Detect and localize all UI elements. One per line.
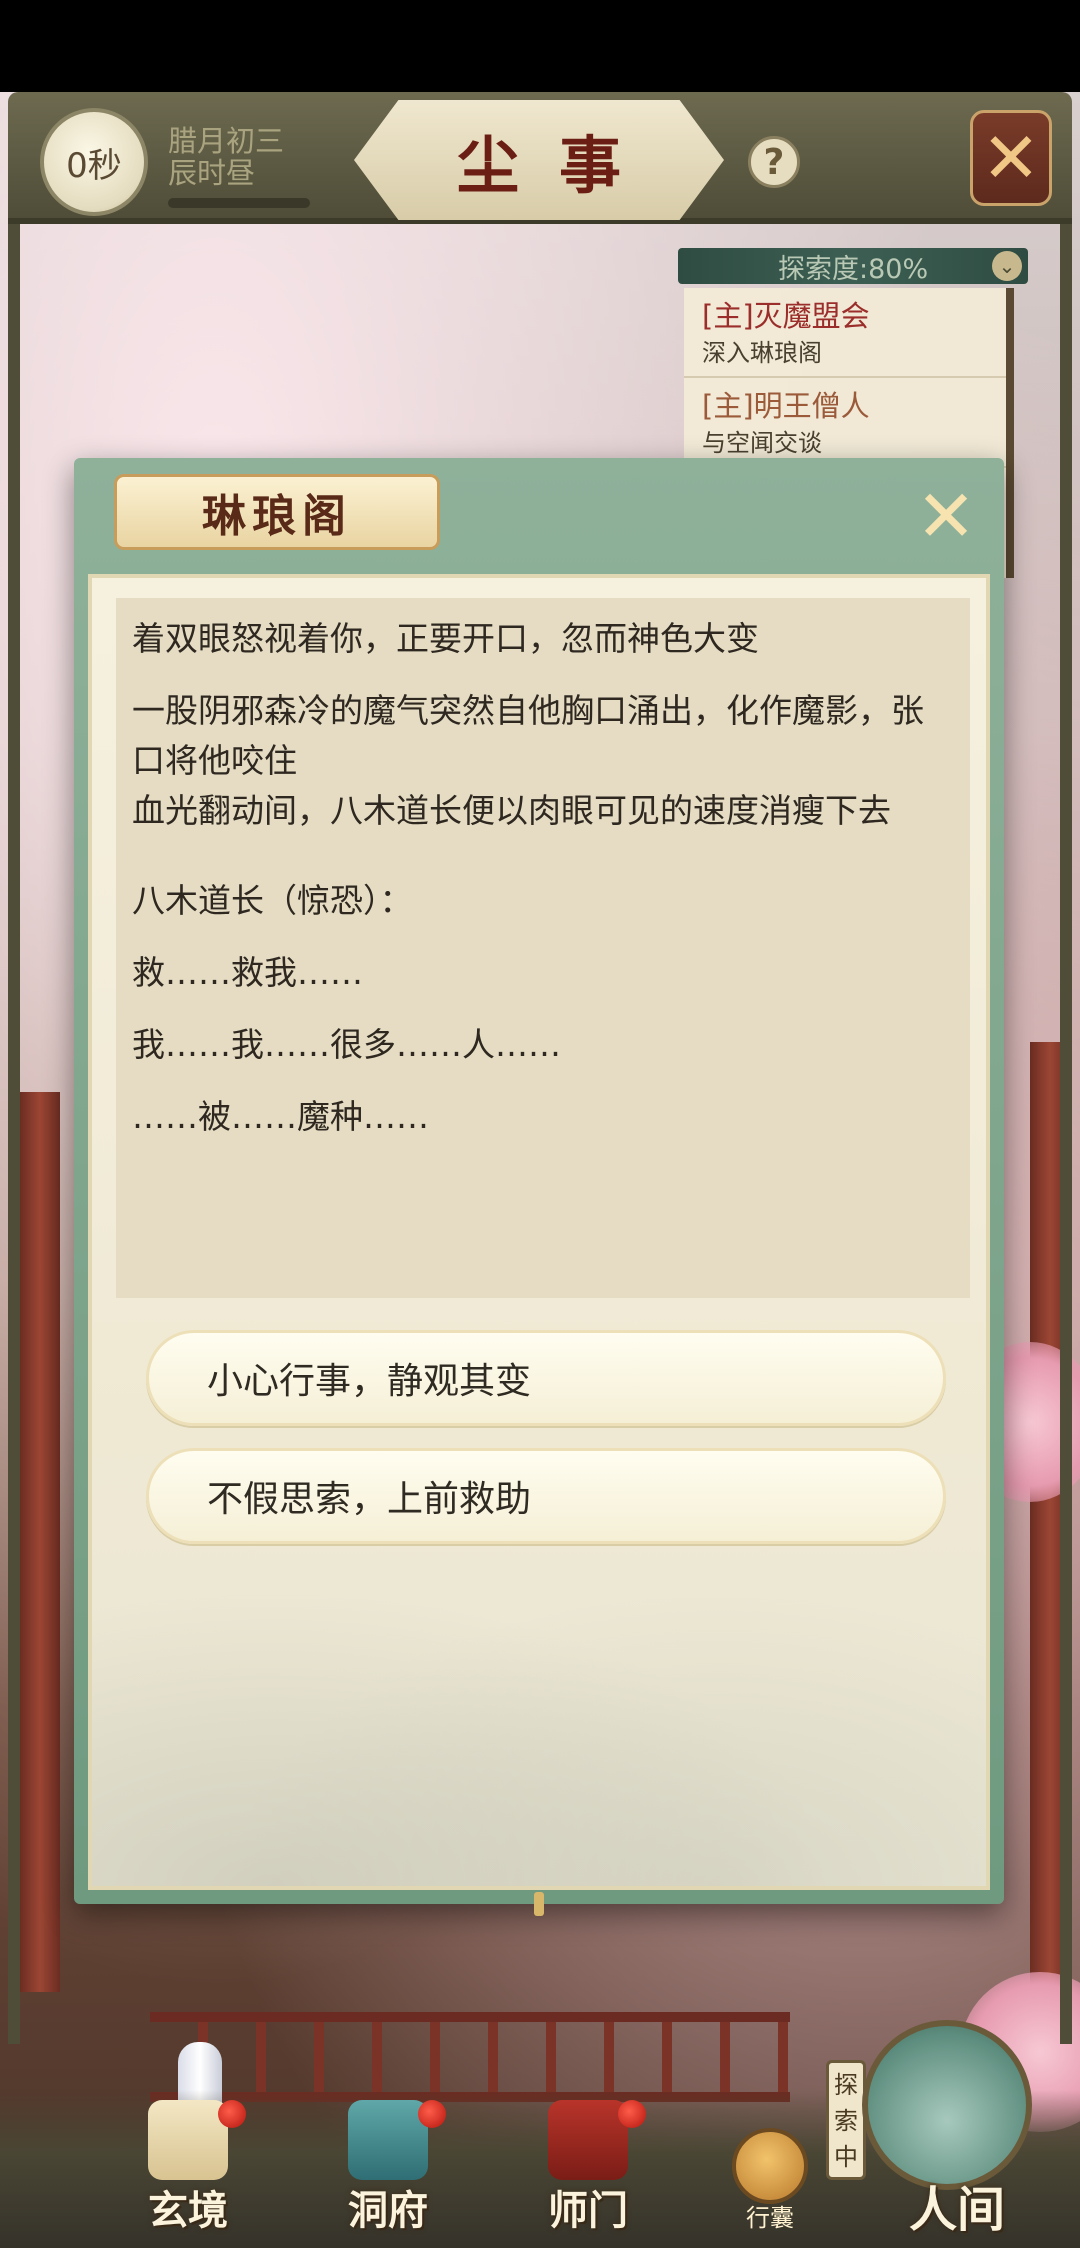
choice-option-rescue[interactable]: 不假思索，上前救助 xyxy=(146,1448,946,1544)
dialog-close-button[interactable]: ✕ xyxy=(914,480,978,552)
notification-dot xyxy=(618,2100,646,2128)
nav-xuanjing[interactable]: 玄境 xyxy=(118,2090,258,2240)
page-title: 尘事 xyxy=(354,100,724,220)
world-button[interactable]: 人间 xyxy=(862,2020,1052,2238)
scene-pillar xyxy=(20,1092,60,1992)
quest-desc: 深入琳琅阁 xyxy=(702,339,822,367)
quest-name: [主]明王僧人 xyxy=(702,389,870,423)
banner-icon xyxy=(548,2100,628,2180)
scroll-icon xyxy=(148,2100,228,2180)
chevron-down-icon[interactable]: ⌄ xyxy=(992,251,1022,281)
timer-value: 0秒 xyxy=(66,145,122,186)
story-line: 救……救我…… xyxy=(132,953,363,992)
left-frame xyxy=(8,224,20,2044)
quest-name: [主]灭魔盟会 xyxy=(702,299,870,333)
story-line: 我……我……很多……人…… xyxy=(132,1025,561,1064)
help-button[interactable]: ? xyxy=(748,136,800,188)
story-line: 一股阴邪森冷的魔气突然自他胸口涌出，化作魔影，张口将他咬住 xyxy=(132,691,924,780)
speaker-line: 八木道长（惊恐）： xyxy=(132,881,413,920)
story-text-box: 着双眼怒视着你，正要开口，忽而神色大变 一股阴邪森冷的魔气突然自他胸口涌出，化作… xyxy=(116,598,970,1298)
timer-display: 0秒 xyxy=(40,108,148,216)
choice-option-cautious[interactable]: 小心行事，静观其变 xyxy=(146,1330,946,1426)
notification-dot xyxy=(218,2100,246,2128)
quest-item[interactable]: [主]灭魔盟会 深入琳琅阁 xyxy=(684,288,1006,378)
story-line: 着双眼怒视着你，正要开口，忽而神色大变 xyxy=(132,619,759,658)
scene-railing xyxy=(150,2012,790,2102)
mountain-landscape-decoration xyxy=(92,1506,986,1886)
pavilion-icon xyxy=(348,2100,428,2180)
close-page-button[interactable]: ✕ xyxy=(970,110,1052,206)
close-icon: ✕ xyxy=(981,117,1041,199)
bag-icon xyxy=(732,2128,808,2204)
quest-item[interactable]: [主]明王僧人 与空闻交谈 xyxy=(684,378,1006,468)
bag-button[interactable]: 行囊 xyxy=(722,2128,818,2232)
dialog-pin-decoration xyxy=(534,1892,544,1916)
quest-desc: 与空闻交谈 xyxy=(702,429,822,457)
nav-shimen[interactable]: 师门 xyxy=(518,2090,658,2240)
close-icon: ✕ xyxy=(915,474,977,558)
dialog-title-text: 琳琅阁 xyxy=(202,491,352,542)
nav-label: 玄境 xyxy=(148,2187,228,2234)
exploration-progress-label: 探索度:80% xyxy=(778,253,929,285)
exploring-status-tag: 探索中 xyxy=(826,2060,866,2180)
page-title-text: 尘事 xyxy=(456,129,661,202)
notification-dot xyxy=(418,2100,446,2128)
right-frame xyxy=(1060,224,1072,2044)
event-dialog: 琳琅阁 ✕ 着双眼怒视着你，正要开口，忽而神色大变 一股阴邪森冷的魔气突然自他胸… xyxy=(74,458,1004,1916)
mountain-pavilion-icon xyxy=(862,2020,1032,2190)
dialog-title: 琳琅阁 xyxy=(114,474,440,550)
exploration-progress: 探索度:80% ⌄ xyxy=(678,248,1028,285)
story-line: ……被……魔种…… xyxy=(132,1097,429,1136)
story-line: 血光翻动间，八木道长便以肉眼可见的速度消瘦下去 xyxy=(132,791,891,830)
world-label: 人间 xyxy=(908,2182,1005,2238)
game-time-of-day: 辰时昼 xyxy=(168,156,256,190)
nav-label: 师门 xyxy=(548,2187,628,2234)
dialog-body: 着双眼怒视着你，正要开口，忽而神色大变 一股阴邪森冷的魔气突然自他胸口涌出，化作… xyxy=(88,574,990,1890)
time-progress-bar xyxy=(168,198,310,208)
nav-label: 洞府 xyxy=(348,2187,428,2234)
bag-label: 行囊 xyxy=(746,2204,794,2232)
nav-dongfu[interactable]: 洞府 xyxy=(318,2090,458,2240)
